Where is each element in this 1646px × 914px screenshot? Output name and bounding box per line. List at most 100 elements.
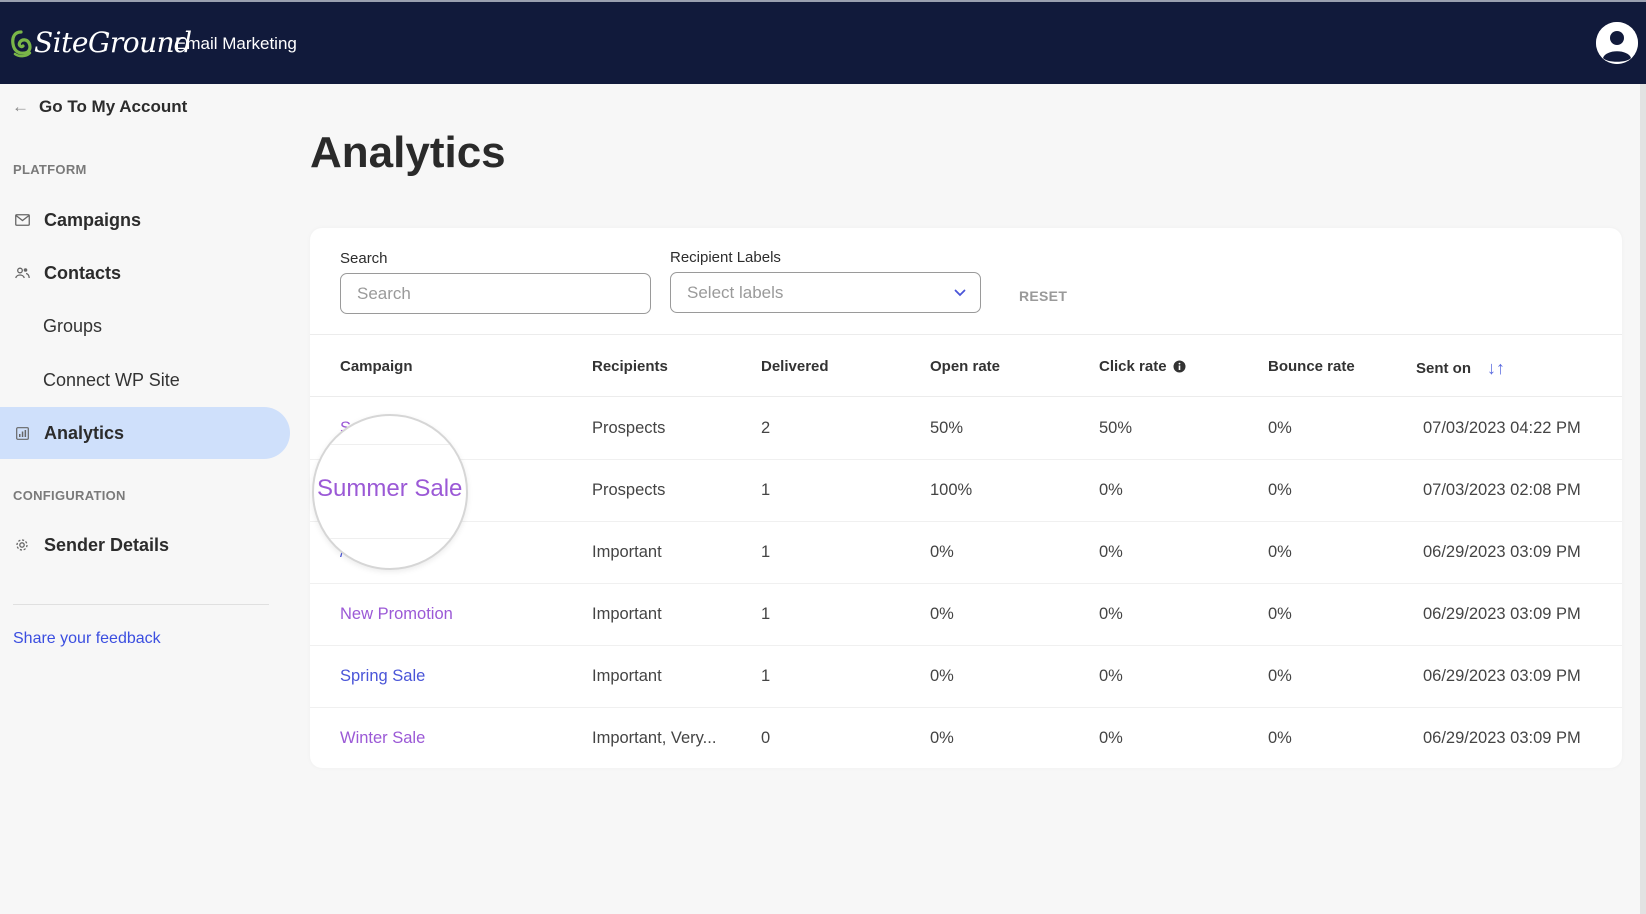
- table-row[interactable]: S Prospects 2 50% 50% 0% 07/03/2023 04:2…: [310, 398, 1622, 460]
- click-rate-cell: 0%: [1099, 605, 1123, 623]
- bounce-rate-cell: 0%: [1268, 419, 1292, 437]
- column-header-recipients[interactable]: Recipients: [592, 358, 668, 375]
- sidebar-item-campaigns[interactable]: Campaigns: [0, 194, 290, 246]
- recipient-labels-placeholder: Select labels: [687, 282, 784, 302]
- gear-icon: [14, 537, 30, 553]
- magnifier-row-divider: [314, 538, 466, 539]
- column-header-delivered[interactable]: Delivered: [761, 358, 829, 375]
- sent-on-cell: 06/29/2023 03:09 PM: [1423, 729, 1581, 747]
- click-rate-cell: 0%: [1099, 729, 1123, 747]
- go-to-my-account-label: Go To My Account: [39, 97, 188, 116]
- delivered-cell: 1: [761, 667, 771, 685]
- click-rate-cell: 50%: [1099, 419, 1133, 437]
- sent-on-cell: 07/03/2023 04:22 PM: [1423, 419, 1581, 437]
- column-header-bounce-rate[interactable]: Bounce rate: [1268, 358, 1355, 375]
- chevron-down-icon: [954, 289, 966, 296]
- click-rate-cell: 0%: [1099, 481, 1123, 499]
- open-rate-cell: 50%: [930, 419, 964, 437]
- recipient-labels-select[interactable]: Select labels: [670, 272, 981, 313]
- sidebar-divider: [13, 604, 269, 605]
- table-row[interactable]: Spring Sale Important 1 0% 0% 0% 06/29/2…: [310, 646, 1622, 708]
- delivered-cell: 0: [761, 729, 771, 747]
- top-navigation-bar: SiteGround Email Marketing: [0, 0, 1646, 84]
- sidebar-item-label: Campaigns: [44, 209, 142, 230]
- campaign-link[interactable]: Winter Sale: [340, 729, 425, 748]
- section-label-platform: PLATFORM: [13, 162, 87, 177]
- click-rate-cell: 0%: [1099, 543, 1123, 561]
- column-header-label: Sent on: [1416, 360, 1471, 377]
- recipients-cell: Important: [592, 667, 662, 685]
- column-header-label: Open rate: [930, 358, 1001, 375]
- table-row[interactable]: New Promotion Important 1 0% 0% 0% 06/29…: [310, 584, 1622, 646]
- column-header-label: Bounce rate: [1268, 358, 1355, 375]
- app-name: Email Marketing: [175, 34, 297, 53]
- delivered-cell: 2: [761, 419, 771, 437]
- recipients-cell: Prospects: [592, 481, 666, 499]
- go-to-my-account-link[interactable]: ← Go To My Account: [12, 97, 187, 117]
- page-title: Analytics: [310, 128, 506, 177]
- recipients-cell: Prospects: [592, 419, 666, 437]
- open-rate-cell: 100%: [930, 481, 973, 499]
- sent-on-cell: 06/29/2023 03:09 PM: [1423, 667, 1581, 685]
- table-row[interactable]: Winter Sale Important, Very... 0 0% 0% 0…: [310, 708, 1622, 770]
- filters-bar: Search Recipient Labels Select labels RE…: [310, 228, 1622, 335]
- user-circle-icon: [1596, 22, 1638, 64]
- delivered-cell: 1: [761, 605, 771, 623]
- campaign-link[interactable]: New Promotion: [340, 605, 453, 624]
- column-header-label: Recipients: [592, 358, 668, 375]
- sidebar-item-label: Analytics: [44, 422, 125, 443]
- sent-on-cell: 06/29/2023 03:09 PM: [1423, 605, 1581, 623]
- table-header: Campaign Recipients Delivered Open rate …: [310, 335, 1622, 397]
- bounce-rate-cell: 0%: [1268, 667, 1292, 685]
- bounce-rate-cell: 0%: [1268, 543, 1292, 561]
- campaign-link[interactable]: Spring Sale: [340, 667, 425, 686]
- bounce-rate-cell: 0%: [1268, 729, 1292, 747]
- share-feedback-link[interactable]: Share your feedback: [13, 630, 161, 648]
- delivered-cell: 1: [761, 481, 771, 499]
- column-header-click-rate[interactable]: Click rate: [1099, 358, 1186, 375]
- section-label-configuration: CONFIGURATION: [13, 488, 126, 503]
- arrow-left-icon: ←: [12, 97, 29, 116]
- open-rate-cell: 0%: [930, 729, 954, 747]
- logo-text: SiteGround: [34, 26, 192, 59]
- recipients-cell: Important: [592, 543, 662, 561]
- sidebar-item-contacts[interactable]: Contacts: [0, 247, 290, 299]
- analytics-card: Search Recipient Labels Select labels RE…: [310, 228, 1622, 768]
- user-avatar-button[interactable]: [1596, 22, 1638, 64]
- sidebar-item-connect-wp-site[interactable]: Connect WP Site: [0, 354, 290, 406]
- siteground-logo[interactable]: SiteGround: [10, 26, 192, 59]
- recipients-cell: Important, Very...: [592, 729, 717, 747]
- column-header-campaign[interactable]: Campaign: [340, 358, 413, 375]
- column-header-label: Click rate: [1099, 358, 1167, 375]
- column-header-open-rate[interactable]: Open rate: [930, 358, 1000, 375]
- bounce-rate-cell: 0%: [1268, 481, 1292, 499]
- column-header-label: Campaign: [340, 358, 413, 375]
- sidebar-item-label: Connect WP Site: [43, 369, 180, 390]
- sort-icon[interactable]: ↓↑: [1487, 358, 1505, 379]
- search-input[interactable]: [340, 273, 651, 314]
- column-header-sent-on[interactable]: Sent on ↓↑: [1416, 358, 1505, 379]
- page-scrollbar[interactable]: [1640, 84, 1646, 914]
- magnifier-row-divider: [314, 444, 466, 445]
- reset-button[interactable]: RESET: [1019, 288, 1067, 304]
- sidebar-item-label: Contacts: [44, 262, 122, 283]
- sent-on-cell: 06/29/2023 03:09 PM: [1423, 543, 1581, 561]
- bounce-rate-cell: 0%: [1268, 605, 1292, 623]
- recipient-labels-label: Recipient Labels: [670, 249, 781, 266]
- table-row[interactable]: / Important 1 0% 0% 0% 06/29/2023 03:09 …: [310, 522, 1622, 584]
- sidebar-item-analytics[interactable]: Analytics: [0, 407, 290, 459]
- open-rate-cell: 0%: [930, 605, 954, 623]
- table-row[interactable]: Summer Sale Prospects 1 100% 0% 0% 07/03…: [310, 460, 1622, 522]
- magnifier-overlay: Summer Sale: [312, 414, 468, 570]
- search-label: Search: [340, 250, 388, 267]
- sidebar-item-sender-details[interactable]: Sender Details: [0, 519, 290, 571]
- sidebar-item-label: Sender Details: [44, 534, 170, 555]
- sidebar-item-groups[interactable]: Groups: [0, 300, 290, 352]
- open-rate-cell: 0%: [930, 543, 954, 561]
- info-icon[interactable]: [1173, 360, 1186, 373]
- sidebar-item-label: Groups: [43, 315, 103, 336]
- click-rate-cell: 0%: [1099, 667, 1123, 685]
- recipients-cell: Important: [592, 605, 662, 623]
- chart-icon: [14, 425, 30, 441]
- sent-on-cell: 07/03/2023 02:08 PM: [1423, 481, 1581, 499]
